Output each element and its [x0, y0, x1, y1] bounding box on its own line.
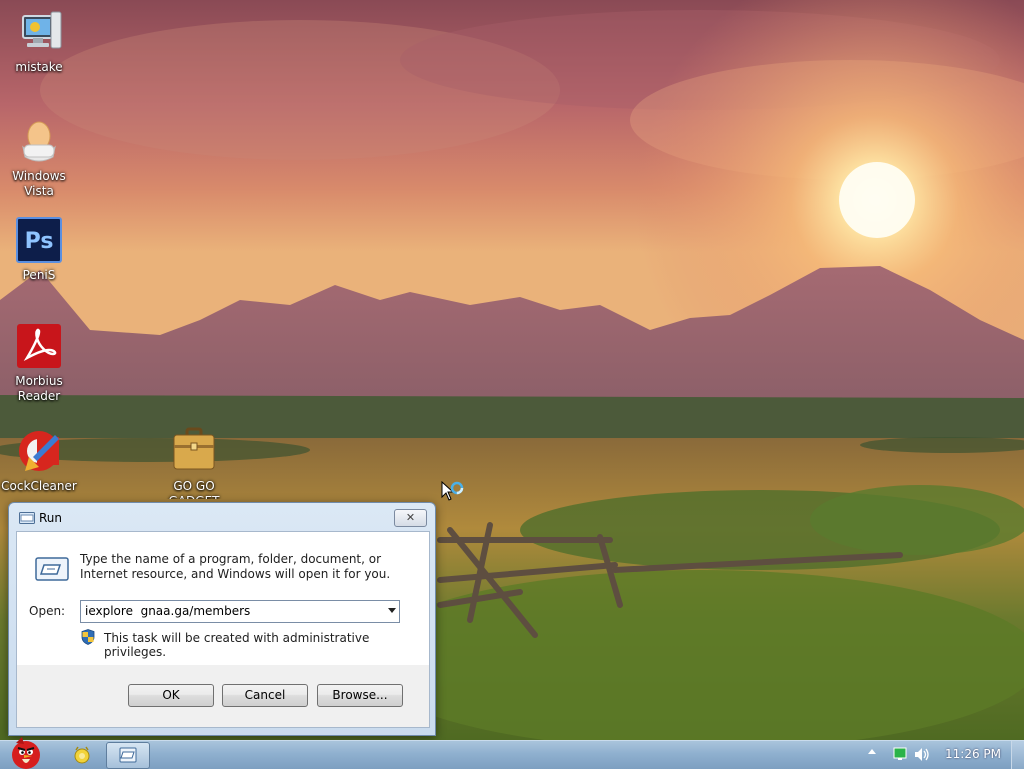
dialog-content: Type the name of a program, folder, docu…: [16, 531, 430, 667]
desktop-icon-go-go-gadget[interactable]: GO GO GADGET: [156, 427, 232, 499]
explorer-folder-icon: [74, 746, 90, 764]
volume-icon[interactable]: [914, 747, 930, 762]
briefcase-icon: [170, 427, 218, 475]
busy-cursor-icon: [441, 481, 464, 501]
desktop-icon-label: PeniS: [22, 268, 56, 282]
desktop-icon-label: GO GO GADGET: [169, 479, 220, 499]
close-button[interactable]: ✕: [394, 509, 427, 527]
show-hidden-icons-icon[interactable]: [868, 749, 876, 754]
taskbar-run-button[interactable]: [106, 742, 150, 769]
run-dialog: Run ✕ Type the name of a program, folder…: [8, 502, 436, 736]
pdf-reader-icon: [15, 322, 63, 370]
network-icon[interactable]: [893, 747, 907, 761]
browse-button[interactable]: Browse...: [317, 684, 403, 707]
computer-icon: [15, 8, 63, 56]
desktop-icon-cockcleaner[interactable]: CockCleaner: [1, 427, 77, 494]
open-input[interactable]: [85, 603, 375, 619]
open-label: Open:: [29, 604, 66, 618]
close-icon: ✕: [405, 511, 416, 524]
taskbar: 11:26 PM: [0, 737, 1024, 769]
angry-bird-icon: [12, 737, 40, 769]
desktop-icon-penis[interactable]: Ps PeniS: [1, 216, 77, 283]
cancel-button[interactable]: Cancel: [222, 684, 308, 707]
start-button[interactable]: [2, 735, 50, 769]
taskbar-explorer-button[interactable]: [66, 743, 100, 767]
desktop-icon-mistake[interactable]: mistake: [1, 8, 77, 75]
run-icon: [19, 512, 35, 524]
ok-button[interactable]: OK: [128, 684, 214, 707]
chevron-down-icon[interactable]: [388, 608, 396, 613]
run-icon: [119, 747, 137, 763]
desktop-icon-label: Windows Vista: [12, 169, 66, 198]
photoshop-icon: Ps: [15, 216, 63, 264]
uac-shield-icon: [81, 629, 95, 645]
taskbar-clock[interactable]: 11:26 PM: [940, 747, 1006, 761]
admin-privileges-note: This task will be created with administr…: [104, 631, 370, 659]
desktop-icon-label: Morbius Reader: [15, 374, 63, 403]
dialog-description: Type the name of a program, folder, docu…: [80, 552, 391, 581]
desktop-icon-label: mistake: [15, 60, 63, 74]
egg-icon: [15, 117, 63, 165]
open-combobox[interactable]: [80, 600, 400, 623]
dialog-title: Run: [39, 511, 63, 525]
desktop-icon-windows-vista[interactable]: Windows Vista: [1, 117, 77, 199]
show-desktop-button[interactable]: [1011, 741, 1024, 769]
dialog-button-bar: OK Cancel Browse...: [16, 665, 430, 728]
ccleaner-icon: [15, 427, 63, 475]
desktop-icon-morbius-reader[interactable]: Morbius Reader: [1, 322, 77, 404]
run-icon: [35, 557, 69, 581]
desktop-icon-label: CockCleaner: [1, 479, 77, 493]
svg-text:Ps: Ps: [25, 229, 54, 254]
